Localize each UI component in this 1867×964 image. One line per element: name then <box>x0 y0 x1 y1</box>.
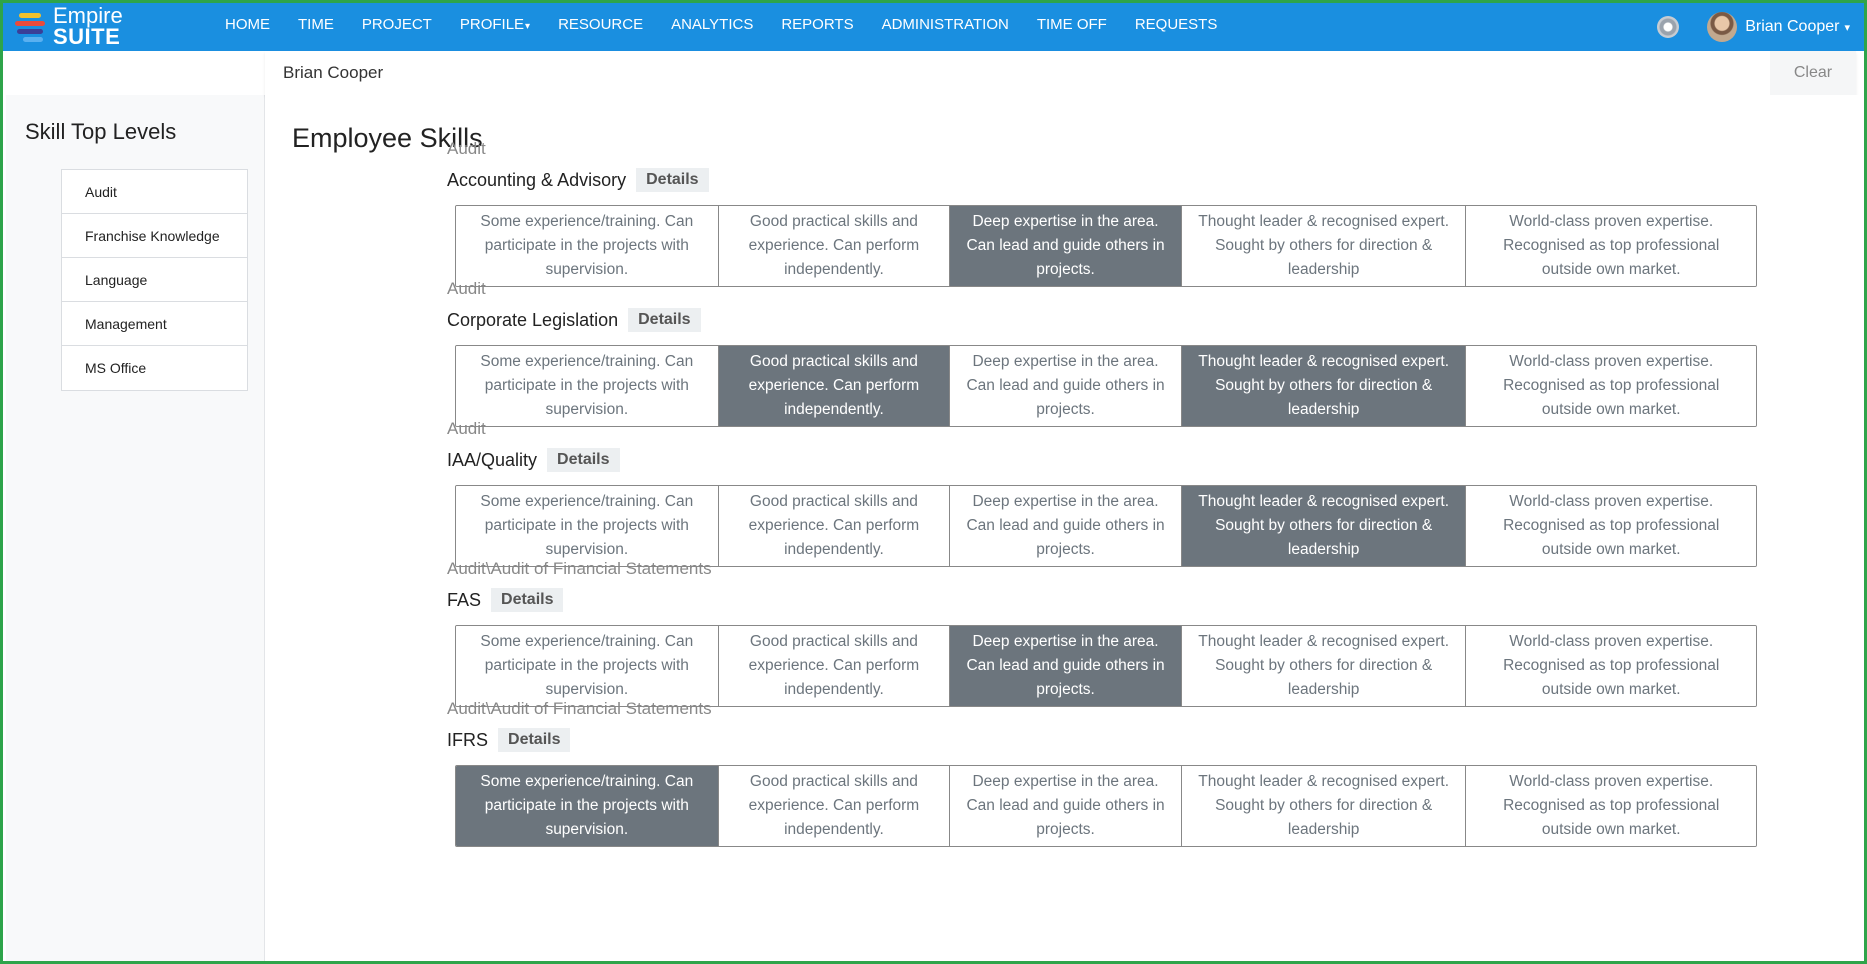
details-button[interactable]: Details <box>547 448 620 472</box>
nav-item-label: REQUESTS <box>1134 15 1218 33</box>
skill-row: Audit\Audit of Financial Statements FAS De… <box>447 559 1767 707</box>
nav-profile[interactable]: PROFILE▾ <box>460 16 530 33</box>
skill-level-selector: Some experience/training. Can participat… <box>455 485 1757 567</box>
user-avatar[interactable] <box>1707 12 1738 42</box>
skill-category-path: Audit <box>447 279 486 298</box>
skill-header: IFRS Details <box>447 725 1767 755</box>
nav-item-label: TIME OFF <box>1036 15 1107 33</box>
logo-text-suite: SUITE <box>53 24 121 49</box>
skill-level-option-4[interactable]: Thought leader & recognised expert. Soug… <box>1181 486 1467 566</box>
skill-level-option-1[interactable]: Some experience/training. Can participat… <box>456 206 719 286</box>
skill-row: Audit IAA/Quality Details Some experience/t… <box>447 419 1767 567</box>
details-button[interactable]: Details <box>628 308 701 332</box>
skill-level-option-2[interactable]: Good practical skills and experience. Ca… <box>718 486 951 566</box>
settings-gear-icon[interactable] <box>1657 16 1680 38</box>
skill-category-path: Audit <box>447 419 486 438</box>
skill-header: Accounting & Advisory Details <box>447 165 1767 195</box>
skill-level-selector: Some experience/training. Can participat… <box>455 765 1757 847</box>
nav-project[interactable]: PROJECT <box>362 16 432 33</box>
skill-level-option-1[interactable]: Some experience/training. Can participat… <box>456 766 719 846</box>
nav-item-label: PROFILE <box>459 15 525 33</box>
skill-level-option-4[interactable]: Thought leader & recognised expert. Soug… <box>1181 626 1467 706</box>
user-name[interactable]: Brian Cooper <box>1745 18 1839 36</box>
skill-header: FAS Details <box>447 585 1767 615</box>
skill-level-option-3[interactable]: Deep expertise in the area. Can lead and… <box>950 766 1182 846</box>
skill-category-path: Audit <box>447 139 486 158</box>
skill-level-option-1[interactable]: Some experience/training. Can participat… <box>456 346 719 426</box>
nav-item-label: RESOURCE <box>558 15 644 33</box>
sidebar-skill-item[interactable]: Franchise Knowledge <box>62 214 247 258</box>
skill-name: FAS <box>447 589 482 610</box>
details-button[interactable]: Details <box>498 728 571 752</box>
skill-name: Accounting & Advisory <box>447 169 627 190</box>
skill-level-selector: Some experience/training. Can participat… <box>455 345 1757 427</box>
skill-level-option-5[interactable]: World-class proven expertise. Recognised… <box>1466 766 1756 846</box>
top-navbar: Empire SUITE HOME TIME PROJECT PROFILE▾ RESO… <box>3 3 1864 51</box>
nav-analytics[interactable]: ANALYTICS <box>671 16 753 33</box>
skill-level-option-2[interactable]: Good practical skills and experience. Ca… <box>718 766 951 846</box>
skill-level-option-3[interactable]: Deep expertise in the area. Can lead and… <box>950 346 1182 426</box>
nav-time-off[interactable]: TIME OFF <box>1037 16 1107 33</box>
empire-suite-logo[interactable]: Empire SUITE <box>11 5 141 49</box>
employee-search-input[interactable]: Brian Cooper <box>283 63 383 83</box>
details-button[interactable]: Details <box>491 588 564 612</box>
nav-home[interactable]: HOME <box>225 16 270 33</box>
nav-reports[interactable]: REPORTS <box>781 16 853 33</box>
app-window: Empire SUITE HOME TIME PROJECT PROFILE▾ RESO… <box>0 0 1867 964</box>
skill-level-option-1[interactable]: Some experience/training. Can participat… <box>456 626 719 706</box>
sidebar-skill-item[interactable]: Audit <box>62 170 247 214</box>
nav-item-label: TIME <box>298 15 334 33</box>
skill-level-selector: Some experience/training. Can participat… <box>455 625 1757 707</box>
logo-mark-icon <box>15 11 51 43</box>
skill-name: IAA/Quality <box>447 449 538 470</box>
skill-level-option-3[interactable]: Deep expertise in the area. Can lead and… <box>950 626 1182 706</box>
nav-item-label: HOME <box>225 15 270 33</box>
nav-time[interactable]: TIME <box>298 16 334 33</box>
skill-category-path: Audit\Audit of Financial Statements <box>447 559 712 578</box>
nav-item-label: ADMINISTRATION <box>881 15 1009 33</box>
skill-level-option-5[interactable]: World-class proven expertise. Recognised… <box>1466 486 1756 566</box>
main-content: Employee Skills Audit Accounting & Adviso… <box>265 95 1864 961</box>
skill-level-option-4[interactable]: Thought leader & recognised expert. Soug… <box>1181 346 1467 426</box>
skill-level-option-1[interactable]: Some experience/training. Can participat… <box>456 486 719 566</box>
nav-item-label: ANALYTICS <box>671 15 754 33</box>
skill-row: Audit\Audit of Financial Statements IFRS D… <box>447 699 1767 847</box>
skill-category-path: Audit\Audit of Financial Statements <box>447 699 712 718</box>
details-button[interactable]: Details <box>636 168 709 192</box>
skill-level-option-5[interactable]: World-class proven expertise. Recognised… <box>1466 206 1756 286</box>
employee-search-bar: Brian Cooper Clear <box>265 51 1856 95</box>
nav-administration[interactable]: ADMINISTRATION <box>882 16 1009 33</box>
skill-level-selector: Some experience/training. Can participat… <box>455 205 1757 287</box>
user-area: Brian Cooper ▾ <box>1657 3 1850 51</box>
sidebar-skill-item[interactable]: Language <box>62 258 247 302</box>
sidebar-title: Skill Top Levels <box>25 119 177 144</box>
skill-level-option-5[interactable]: World-class proven expertise. Recognised… <box>1466 626 1756 706</box>
chevron-down-icon[interactable]: ▾ <box>1844 21 1850 34</box>
skill-name: IFRS <box>447 729 489 750</box>
skills-sidebar: Skill Top Levels Audit Franchise Knowledg… <box>6 95 265 961</box>
clear-button[interactable]: Clear <box>1770 51 1856 95</box>
sidebar-skill-item[interactable]: Management <box>62 302 247 346</box>
skill-level-option-3[interactable]: Deep expertise in the area. Can lead and… <box>950 486 1182 566</box>
sidebar-skill-item[interactable]: MS Office <box>62 346 247 390</box>
skill-level-option-3[interactable]: Deep expertise in the area. Can lead and… <box>950 206 1182 286</box>
nav-item-label: PROJECT <box>361 15 432 33</box>
skill-level-option-4[interactable]: Thought leader & recognised expert. Soug… <box>1181 766 1467 846</box>
skill-header: Corporate Legislation Details <box>447 305 1767 335</box>
skill-level-option-4[interactable]: Thought leader & recognised expert. Soug… <box>1181 206 1467 286</box>
nav-resource[interactable]: RESOURCE <box>558 16 643 33</box>
skill-level-option-2[interactable]: Good practical skills and experience. Ca… <box>718 346 951 426</box>
nav-item-label: REPORTS <box>781 15 854 33</box>
chevron-down-icon: ▾ <box>525 20 531 32</box>
skill-level-option-2[interactable]: Good practical skills and experience. Ca… <box>718 626 951 706</box>
skill-header: IAA/Quality Details <box>447 445 1767 475</box>
skill-name: Corporate Legislation <box>447 309 619 330</box>
skill-row: Audit Corporate Legislation Details Some ex… <box>447 279 1767 427</box>
skill-top-level-list: Audit Franchise Knowledge Language Manageme… <box>61 169 248 391</box>
nav-requests[interactable]: REQUESTS <box>1135 16 1218 33</box>
skill-level-option-2[interactable]: Good practical skills and experience. Ca… <box>718 206 951 286</box>
skill-level-option-5[interactable]: World-class proven expertise. Recognised… <box>1466 346 1756 426</box>
main-nav: HOME TIME PROJECT PROFILE▾ RESOURCE ANALYTICS… <box>225 3 1245 45</box>
skill-row: Audit Accounting & Advisory Details Some ex… <box>447 139 1767 287</box>
